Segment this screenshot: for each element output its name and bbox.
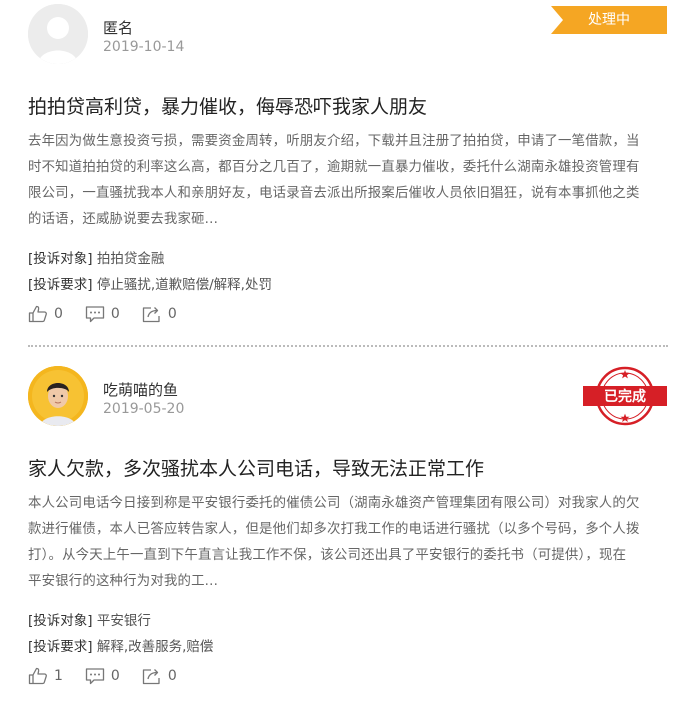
action-bar: 0 0 0: [28, 303, 199, 325]
complaint-card[interactable]: 匿名 2019-10-14 处理中 拍拍贷高利贷，暴力催收，侮辱恐吓我家人朋友 …: [0, 0, 686, 345]
comment-count: 0: [110, 306, 120, 322]
share-count: 0: [167, 306, 177, 322]
default-avatar: [28, 4, 88, 64]
body-line: 限公司，一直骚扰我本人和亲朋好友，电话录音去派出所报案后催收人员依旧猖狂，说有本…: [28, 186, 640, 201]
user-silhouette-icon: [28, 4, 88, 64]
demand-label: [投诉要求]: [28, 277, 93, 293]
action-bar: 1 0 0: [28, 665, 199, 687]
complaint-demand: [投诉要求] 停止骚扰,道歉赔偿/解释,处罚: [28, 273, 272, 293]
share-icon: [142, 669, 160, 685]
comment-count: 0: [110, 668, 120, 684]
comment-button[interactable]: 0: [85, 667, 120, 685]
post-date: 2019-10-14: [103, 39, 185, 55]
comment-icon: [85, 306, 105, 323]
target-label: [投诉对象]: [28, 251, 93, 267]
target-label: [投诉对象]: [28, 613, 93, 629]
demand-value: 解释,改善服务,赔偿: [96, 639, 214, 655]
like-count: 0: [54, 306, 63, 322]
demand-value: 停止骚扰,道歉赔偿/解释,处罚: [96, 277, 272, 293]
body-line: 平安银行的这种行为对我的工...: [28, 574, 219, 589]
complaint-title[interactable]: 拍拍贷高利贷，暴力催收，侮辱恐吓我家人朋友: [28, 92, 427, 119]
target-value: 平安银行: [96, 613, 151, 629]
status-stamp-completed: 已完成: [582, 366, 668, 426]
share-button[interactable]: 0: [142, 667, 177, 685]
share-icon: [142, 307, 160, 323]
demand-label: [投诉要求]: [28, 639, 93, 655]
comment-icon: [85, 668, 105, 685]
status-badge-processing: 处理中: [551, 6, 667, 34]
complaint-target: [投诉对象] 平安银行: [28, 609, 151, 629]
complaint-demand: [投诉要求] 解释,改善服务,赔偿: [28, 635, 213, 655]
complaint-title[interactable]: 家人欠款，多次骚扰本人公司电话，导致无法正常工作: [28, 454, 484, 481]
thumbs-up-icon: [28, 305, 47, 323]
complaint-card[interactable]: 吃萌喵的鱼 2019-05-20 已完成 家人欠款，多次骚扰本人公司电话，导致无…: [0, 346, 686, 701]
like-button[interactable]: 0: [28, 305, 63, 323]
body-line: 去年因为做生意投资亏损，需要资金周转，听朋友介绍，下载并且注册了拍拍贷，申请了一…: [28, 134, 640, 149]
user-photo-icon: [28, 366, 88, 426]
body-line: 的话语，还威胁说要去我家砸...: [28, 212, 219, 227]
share-button[interactable]: 0: [142, 305, 177, 323]
body-line: 款进行催债，本人已答应转告家人，但是他们却多次打我工作的电话进行骚扰（以多个号码…: [28, 522, 640, 537]
complaint-body[interactable]: 本人公司电话今日接到称是平安银行委托的催债公司（湖南永雄资产管理集团有限公司）对…: [28, 491, 670, 595]
post-date: 2019-05-20: [103, 401, 185, 417]
user-photo-avatar: [28, 366, 88, 426]
completed-seal-icon: 已完成: [583, 366, 667, 426]
body-line: 时不知道拍拍贷的利率这么高，都百分之几百了，逾期就一直暴力催收，委托什么湖南永雄…: [28, 160, 640, 175]
comment-button[interactable]: 0: [85, 305, 120, 323]
share-count: 0: [167, 668, 177, 684]
complaint-body[interactable]: 去年因为做生意投资亏损，需要资金周转，听朋友介绍，下载并且注册了拍拍贷，申请了一…: [28, 129, 670, 233]
like-button[interactable]: 1: [28, 667, 63, 685]
like-count: 1: [54, 668, 63, 684]
body-line: 本人公司电话今日接到称是平安银行委托的催债公司（湖南永雄资产管理集团有限公司）对…: [28, 496, 640, 511]
user-name[interactable]: 匿名: [103, 17, 133, 38]
user-name[interactable]: 吃萌喵的鱼: [103, 379, 178, 400]
thumbs-up-icon: [28, 667, 47, 685]
target-value: 拍拍贷金融: [96, 251, 165, 267]
complaint-target: [投诉对象] 拍拍贷金融: [28, 247, 164, 267]
body-line: 打）。从今天上午一直到下午直言让我工作不保，该公司还出具了平安银行的委托书（可提…: [28, 548, 627, 563]
status-text: 已完成: [604, 388, 646, 405]
